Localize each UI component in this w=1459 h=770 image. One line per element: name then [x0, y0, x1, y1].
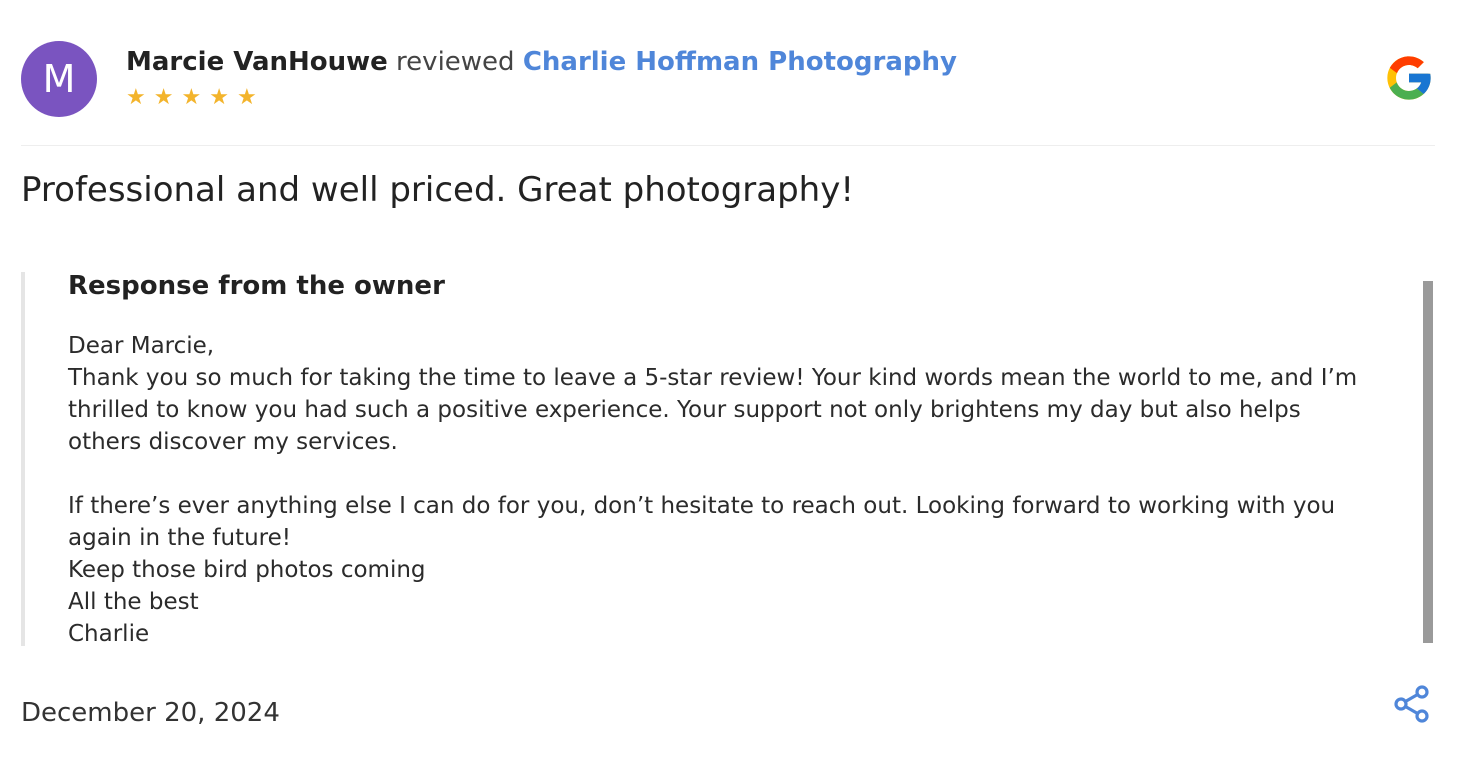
response-blank-line: [68, 458, 1428, 490]
reviewed-label: reviewed: [387, 47, 523, 77]
response-line: Keep those bird photos coming: [68, 557, 426, 583]
star-icon: ★: [126, 85, 154, 110]
owner-response-text: Dear Marcie, Thank you so much for takin…: [68, 330, 1428, 650]
star-icon: ★: [236, 85, 265, 110]
response-line: Charlie: [68, 621, 150, 647]
response-line: thrilled to know you had such a positive…: [68, 397, 1301, 423]
star-icon: ★: [181, 85, 210, 110]
business-link[interactable]: Charlie Hoffman Photography: [523, 47, 957, 77]
review-date: December 20, 2024: [21, 698, 280, 728]
review-header: Marcie VanHouwe reviewed Charlie Hoffman…: [126, 43, 957, 81]
star-icon: ★: [209, 85, 237, 110]
response-line: Dear Marcie,: [68, 333, 215, 359]
owner-response-heading: Response from the owner: [68, 271, 445, 301]
response-line: If there’s ever anything else I can do f…: [68, 493, 1336, 519]
response-line: others discover my services.: [68, 429, 398, 455]
star-rating: ★★★★★: [126, 86, 265, 110]
response-line: Thank you so much for taking the time to…: [68, 365, 1358, 391]
review-text: Professional and well priced. Great phot…: [21, 170, 854, 210]
response-line: again in the future!: [68, 525, 291, 551]
response-line: All the best: [68, 589, 199, 615]
reviewer-name[interactable]: Marcie VanHouwe: [126, 47, 388, 77]
share-icon[interactable]: [1392, 684, 1432, 724]
divider: [21, 145, 1435, 146]
star-icon: ★: [153, 85, 182, 110]
google-icon: [1387, 56, 1431, 100]
avatar: M: [21, 41, 97, 117]
